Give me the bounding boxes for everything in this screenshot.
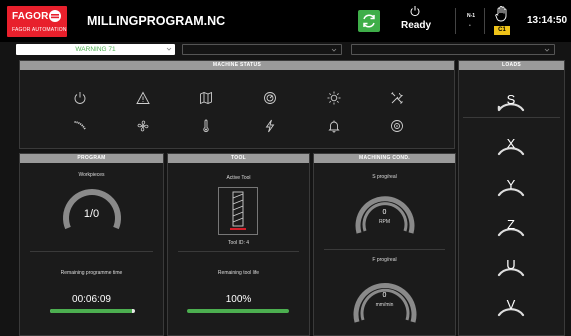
load-gauge-z[interactable]: Z: [493, 211, 529, 239]
brand-mark-icon: [49, 10, 61, 22]
clock: 13:14:50: [527, 15, 568, 26]
axis-letter: S: [506, 92, 516, 107]
load-gauge-s[interactable]: S: [493, 86, 529, 114]
chevron-down-icon: [166, 47, 172, 51]
panel-title: MACHINING COND.: [314, 154, 455, 163]
thermometer-icon: [203, 119, 209, 133]
axis-letter: X: [506, 136, 516, 151]
panel-title: LOADS: [459, 61, 564, 70]
channel-badge: C1: [494, 26, 510, 35]
feedrate-value: 0: [382, 292, 387, 299]
load-gauge-v[interactable]: V: [493, 291, 529, 319]
message-dropdown[interactable]: [182, 44, 342, 55]
sun-icon: [327, 91, 341, 105]
error-dropdown[interactable]: [351, 44, 555, 55]
warning-dropdown[interactable]: WARNING 71: [16, 44, 175, 55]
gauge-icon: [264, 92, 276, 104]
brand-name: FAGOR: [12, 11, 49, 22]
fan-icon: [137, 120, 149, 132]
panel-title: PROGRAM: [20, 154, 163, 163]
axis-letter: Y: [506, 177, 516, 192]
load-gauge-u[interactable]: U: [493, 251, 529, 279]
workpieces-value: 1/0: [83, 208, 100, 220]
machining-panel: MACHINING COND. S prog/real 0 RPM F prog…: [313, 153, 456, 336]
tool-panel: TOOL Active Tool Tool ID: 4 Remaining to…: [167, 153, 310, 336]
axis-letter: V: [506, 297, 516, 312]
workpieces-gauge: [63, 189, 121, 230]
program-panel: PROGRAM Workpieces 1/0 Remaining program…: [19, 153, 164, 336]
divider: [484, 8, 485, 34]
chevron-down-icon: [544, 48, 550, 52]
fagor-logo: FAGOR FAGOR AUTOMATION: [7, 6, 67, 37]
warning-text: WARNING 71: [75, 46, 116, 53]
tools-icon: [391, 92, 404, 104]
channel-label: N-1: [467, 13, 476, 19]
map-icon: [200, 91, 212, 105]
power-icon: [74, 92, 86, 104]
divider: [455, 8, 456, 34]
feedrate-label: F prog/real: [372, 257, 397, 263]
feedrate-unit: mm/min: [375, 302, 394, 308]
tool-life-bar: [187, 309, 289, 313]
divider: [30, 251, 153, 252]
divider: [324, 249, 445, 250]
tool-image-frame[interactable]: [218, 187, 258, 235]
load-gauge-x[interactable]: X: [493, 130, 529, 158]
axis-letter: Z: [507, 217, 515, 232]
brand-subtitle: FAGOR AUTOMATION: [12, 27, 67, 33]
divider: [178, 251, 299, 252]
chevron-down-icon: [331, 48, 337, 52]
channel-indicator: •: [469, 23, 471, 29]
refresh-icon: [363, 14, 375, 28]
axis-letter: U: [506, 257, 516, 272]
panel-title: MACHINE STATUS: [20, 61, 454, 70]
hand-icon[interactable]: [494, 5, 510, 22]
machine-status-panel: MACHINE STATUS: [19, 60, 455, 149]
workpieces-label: Workpieces: [78, 172, 105, 178]
divider: [463, 117, 560, 118]
spindle-speed-value: 0: [382, 209, 387, 216]
power-icon: [410, 6, 420, 17]
panel-title: TOOL: [168, 154, 309, 163]
tool-life-bar-fill: [187, 309, 289, 313]
status-label: Ready: [401, 20, 432, 31]
tool-life-value: 100%: [225, 294, 252, 305]
remaining-time-label: Remaining programme time: [60, 270, 123, 276]
tool-life-label: Remaining tool life: [217, 270, 260, 276]
spindle-speed-label: S prog/real: [372, 174, 397, 180]
drill-icon: [230, 191, 246, 230]
remaining-time-bar: [50, 309, 135, 313]
hose-icon: [74, 121, 86, 130]
bell-icon: [328, 120, 340, 133]
warning-triangle-icon: [136, 91, 150, 104]
remaining-time-value: 00:06:09: [72, 294, 111, 305]
spindle-speed-unit: RPM: [378, 219, 391, 225]
cycle-start-button[interactable]: [358, 10, 380, 32]
top-bar: FAGOR FAGOR AUTOMATION MILLINGPROGRAM.NC…: [0, 0, 571, 42]
remaining-time-bar-fill: [50, 309, 132, 313]
load-gauge-y[interactable]: Y: [493, 171, 529, 199]
program-name: MILLINGPROGRAM.NC: [87, 14, 226, 28]
tool-id: Tool ID: 4: [227, 240, 250, 246]
spindle-icon: [391, 120, 403, 132]
active-tool-label: Active Tool: [226, 175, 251, 181]
lightning-icon: [265, 119, 275, 133]
